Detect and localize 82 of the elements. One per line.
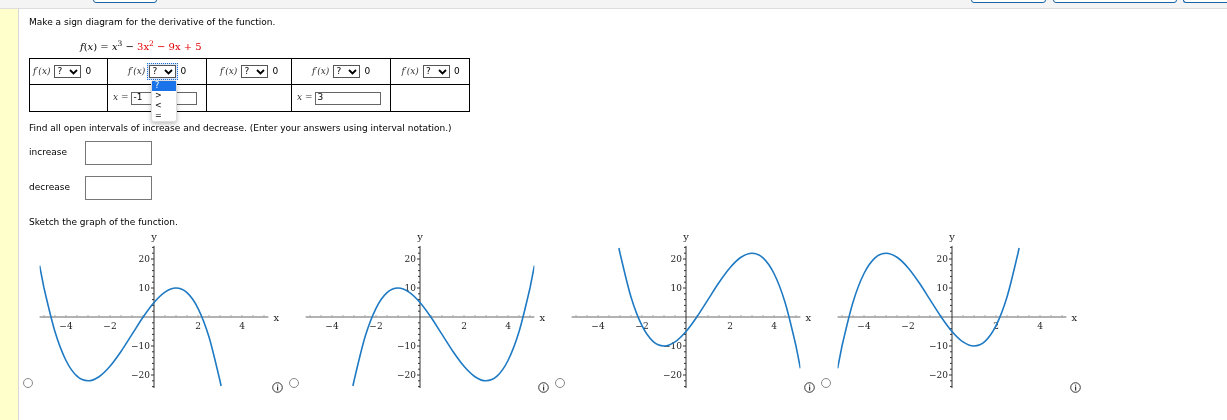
radio-button[interactable]	[821, 378, 831, 388]
axis-label: y	[683, 231, 689, 242]
tick-label: 20	[138, 254, 150, 264]
tick-label: −4	[857, 321, 871, 331]
formula-text: f(x) = x$^{3}$ −	[80, 40, 135, 54]
radio-button[interactable]	[289, 378, 299, 388]
function-label: f′(x)	[219, 64, 238, 78]
tick-label: −2	[901, 321, 915, 331]
chevron-icon	[69, 68, 79, 75]
dropdown-option[interactable]: <	[152, 101, 176, 111]
formula-text: 3x$^{2}$ − 9x + 5	[137, 40, 202, 54]
tick-label: −2	[369, 321, 383, 331]
dropdown-option[interactable]: ?	[152, 81, 176, 91]
dropdown-option[interactable]: =	[152, 111, 176, 121]
chevron-icon	[256, 68, 266, 75]
rhs-text: 0	[180, 64, 187, 78]
info-icon[interactable]	[538, 382, 549, 393]
rhs-text: 0	[364, 64, 371, 78]
tick-label: −4	[591, 321, 605, 331]
axis-label: x	[539, 312, 546, 323]
tick-label: 10	[138, 283, 150, 293]
tick-label: 4	[1037, 321, 1043, 331]
tick-label: −20	[929, 370, 948, 380]
instruction-text: Make a sign diagram for the derivative of the function.	[29, 16, 277, 28]
tick-label: 2	[195, 321, 201, 331]
tick-label: −4	[59, 321, 73, 331]
tick-label: 2	[727, 321, 733, 331]
tick-label: 10	[404, 283, 416, 293]
info-icon[interactable]	[804, 382, 815, 393]
tick-label: −10	[397, 341, 416, 351]
rhs-text: 0	[453, 64, 460, 78]
info-icon[interactable]	[1070, 382, 1081, 393]
radio-button[interactable]	[555, 378, 565, 388]
function-label: f′(x)	[127, 64, 146, 78]
function-label: f′(x)	[33, 64, 51, 78]
rhs-text: 0	[272, 64, 279, 78]
tick-label: 10	[670, 283, 682, 293]
tick-label: −4	[325, 321, 339, 331]
axis-label: x	[273, 312, 280, 323]
chevron-icon	[164, 68, 174, 75]
tick-label: −20	[131, 370, 150, 380]
input-label: x =	[113, 91, 129, 105]
value-input[interactable]: 3	[315, 91, 382, 105]
tick-label: −20	[663, 370, 682, 380]
chevron-icon	[437, 68, 447, 75]
relation-select[interactable]: ?	[239, 63, 271, 80]
axis-label: y	[151, 231, 157, 242]
tick-label: 10	[936, 283, 948, 293]
radio-button[interactable]	[23, 378, 33, 388]
tick-label: −10	[131, 341, 150, 351]
relation-select[interactable]: ?	[331, 63, 363, 80]
prompt-text: Sketch the graph of the function.	[29, 216, 179, 228]
input-label: x =	[297, 91, 313, 105]
axis-label: y	[949, 231, 955, 242]
function-label: f′(x)	[401, 64, 419, 78]
tick-label: 20	[404, 254, 416, 264]
answer-field[interactable]	[85, 176, 152, 200]
tick-label: 20	[670, 254, 682, 264]
axis-label: x	[805, 312, 812, 323]
tick-label: −10	[929, 341, 948, 351]
prompt-text: Find all open intervals of increase and decrease. (Enter your answers using interval notation.)	[29, 122, 453, 134]
tick-label: 4	[771, 321, 777, 331]
relation-select[interactable]: ?	[147, 63, 179, 80]
axis-label: y	[417, 231, 423, 242]
info-icon[interactable]	[272, 382, 283, 393]
tick-label: −10	[663, 341, 682, 351]
tick-label: 4	[239, 321, 245, 331]
axis-label: x	[1071, 312, 1078, 323]
answer-field[interactable]	[85, 141, 152, 165]
field-label: decrease	[29, 181, 71, 195]
tick-label: 2	[461, 321, 467, 331]
function-label: f′(x)	[311, 64, 330, 78]
dropdown-option[interactable]: >	[152, 91, 176, 101]
tick-label: −20	[397, 370, 416, 380]
tick-label: 20	[936, 254, 948, 264]
tick-label: −2	[103, 321, 117, 331]
tick-label: 4	[505, 321, 511, 331]
chevron-icon	[348, 68, 358, 75]
field-label: increase	[29, 146, 68, 160]
rhs-text: 0	[85, 64, 92, 78]
relation-select[interactable]: ?	[52, 63, 84, 80]
relation-select[interactable]: ?	[420, 63, 452, 80]
